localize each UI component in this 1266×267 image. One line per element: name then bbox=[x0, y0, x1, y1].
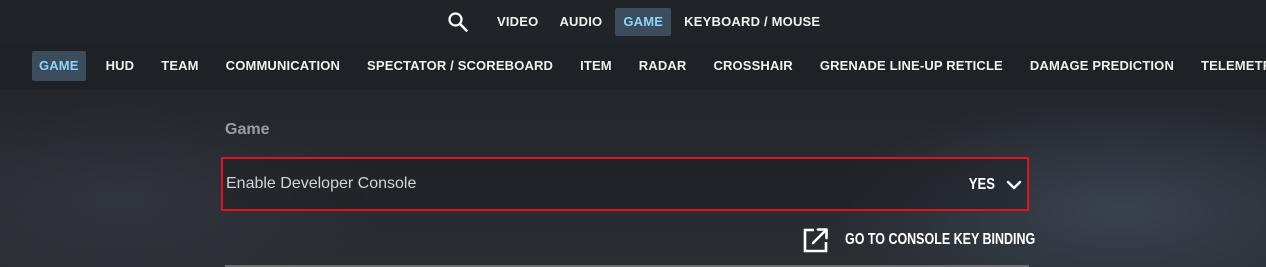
subtab-crosshair[interactable]: CROSSHAIR bbox=[706, 51, 799, 81]
console-key-binding-label: GO TO CONSOLE KEY BINDING bbox=[845, 231, 1036, 248]
subtab-spectator-scoreboard[interactable]: SPECTATOR / SCOREBOARD bbox=[360, 51, 560, 81]
setting-value: YES bbox=[968, 176, 995, 193]
external-link-icon bbox=[801, 225, 831, 255]
chevron-down-icon bbox=[1005, 176, 1023, 194]
subtab-communication[interactable]: COMMUNICATION bbox=[219, 51, 347, 81]
search-button[interactable] bbox=[444, 8, 472, 36]
search-icon bbox=[448, 12, 468, 32]
subtab-grenade-lineup-reticle[interactable]: GRENADE LINE-UP RETICLE bbox=[813, 51, 1010, 81]
console-key-binding-link[interactable]: GO TO CONSOLE KEY BINDING bbox=[801, 225, 1089, 255]
tab-keyboard-mouse[interactable]: KEYBOARD / MOUSE bbox=[676, 8, 828, 36]
subtab-team[interactable]: TEAM bbox=[154, 51, 205, 81]
subtab-telemetry[interactable]: TELEMETRY bbox=[1194, 51, 1266, 81]
sub-tabs: GAME HUD TEAM COMMUNICATION SPECTATOR / … bbox=[32, 51, 1266, 81]
subtab-game[interactable]: GAME bbox=[32, 51, 86, 81]
top-navigation: VIDEO AUDIO GAME KEYBOARD / MOUSE bbox=[0, 0, 1266, 44]
developer-console-dropdown[interactable]: YES bbox=[963, 171, 1023, 199]
section-title: Game bbox=[225, 121, 270, 138]
subtab-damage-prediction[interactable]: DAMAGE PREDICTION bbox=[1023, 51, 1181, 81]
top-tabs: VIDEO AUDIO GAME KEYBOARD / MOUSE bbox=[444, 8, 833, 36]
subtab-item[interactable]: ITEM bbox=[573, 51, 619, 81]
tab-video[interactable]: VIDEO bbox=[489, 8, 546, 36]
subtab-hud[interactable]: HUD bbox=[99, 51, 142, 81]
tab-audio[interactable]: AUDIO bbox=[551, 8, 610, 36]
setting-label: Enable Developer Console bbox=[226, 175, 417, 192]
subtab-radar[interactable]: RADAR bbox=[632, 51, 694, 81]
sub-navigation: GAME HUD TEAM COMMUNICATION SPECTATOR / … bbox=[0, 44, 1266, 89]
tab-game[interactable]: GAME bbox=[615, 8, 672, 36]
developer-console-setting[interactable]: Enable Developer Console YES bbox=[221, 157, 1029, 211]
